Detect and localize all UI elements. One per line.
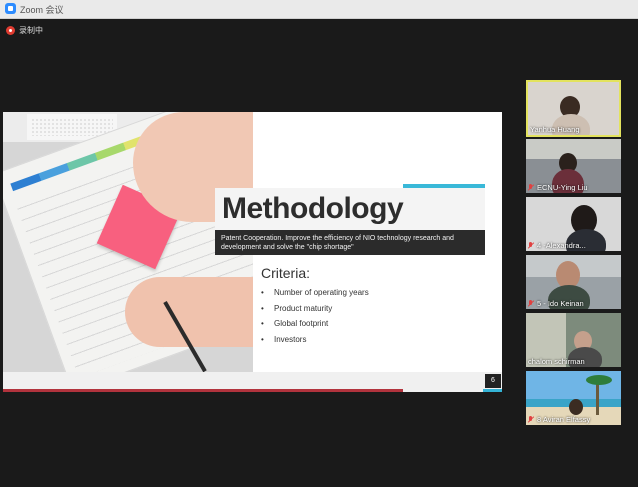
criteria-item: Global footprint <box>261 316 369 332</box>
criteria-item: Number of operating years <box>261 285 369 301</box>
window-title: Zoom 会议 <box>20 5 64 15</box>
record-icon <box>6 26 15 35</box>
zoom-app-icon <box>5 3 16 14</box>
participant-tile[interactable]: 4 -Alexandra... <box>526 197 621 251</box>
participant-name: 4 -Alexandra... <box>537 241 586 250</box>
criteria-item: Product maturity <box>261 301 369 317</box>
participant-video <box>569 399 583 415</box>
slide-title-box: Methodology <box>215 188 485 230</box>
criteria-heading: Criteria: <box>261 265 311 281</box>
muted-mic-icon <box>528 242 533 249</box>
participant-name: 5 - Ido Keinan <box>537 299 584 308</box>
participant-name: ECNU-Ying Liu <box>537 183 588 192</box>
participant-tile[interactable]: 8 Aviran Elfassy <box>526 371 621 425</box>
participant-name: Yanhua Huang <box>530 125 580 134</box>
participant-name: 8 Aviran Elfassy <box>537 415 591 424</box>
muted-mic-icon <box>528 300 533 307</box>
slide-subtitle: Patent Cooperation. Improve the efficien… <box>215 230 485 255</box>
recording-label: 录制中 <box>19 26 43 35</box>
participant-tile[interactable]: ECNU-Ying Liu <box>526 139 621 193</box>
muted-mic-icon <box>528 184 533 191</box>
slide-page-number: 6 <box>485 374 501 388</box>
participant-tile[interactable]: Yanhua Huang <box>526 80 621 137</box>
muted-mic-icon <box>528 416 533 423</box>
photo-hand-lower <box>125 277 253 347</box>
participant-tile[interactable]: 5 - Ido Keinan <box>526 255 621 309</box>
criteria-list: Number of operating years Product maturi… <box>261 285 369 347</box>
participant-tile[interactable]: chalom schirman <box>526 313 621 367</box>
slide-footer <box>3 372 502 392</box>
criteria-item: Investors <box>261 332 369 348</box>
slide-title: Methodology <box>222 192 404 225</box>
window-titlebar: Zoom 会议 <box>0 0 638 19</box>
participant-name: chalom schirman <box>528 357 585 366</box>
shared-screen-slide: Methodology Patent Cooperation. Improve … <box>3 112 502 392</box>
